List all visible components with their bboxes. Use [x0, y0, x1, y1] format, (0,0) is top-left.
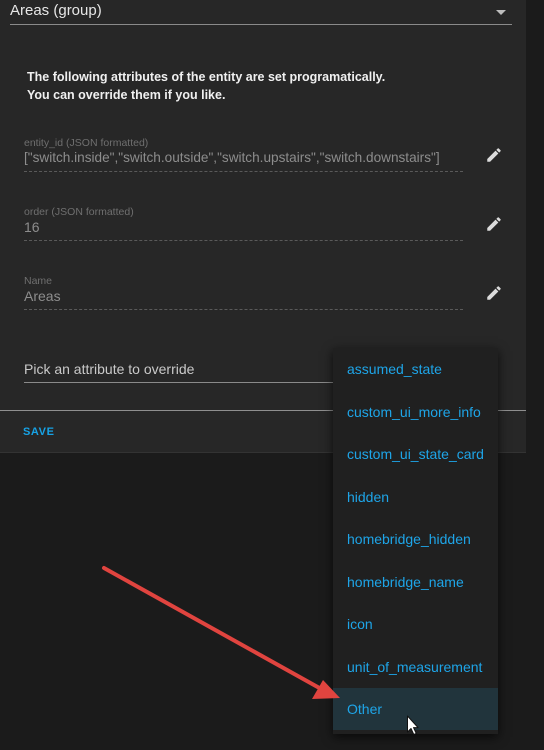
menu-item-homebridge-hidden[interactable]: homebridge_hidden [333, 518, 498, 560]
entity-select[interactable]: Areas (group) [10, 0, 512, 25]
menu-item-custom-ui-state-card[interactable]: custom_ui_state_card [333, 433, 498, 475]
pencil-icon[interactable] [485, 146, 503, 164]
override-notice: The following attributes of the entity a… [27, 68, 447, 104]
save-button[interactable]: SAVE [23, 426, 55, 438]
menu-item-icon[interactable]: icon [333, 603, 498, 645]
notice-line-2: You can override them if you like. [27, 88, 226, 102]
menu-item-other[interactable]: Other [333, 688, 498, 730]
pencil-icon[interactable] [485, 284, 503, 302]
attribute-picker[interactable]: Pick an attribute to override [24, 360, 339, 383]
attribute-picker-placeholder: Pick an attribute to override [24, 361, 195, 377]
notice-line-1: The following attributes of the entity a… [27, 70, 386, 84]
caret-down-icon[interactable] [496, 10, 506, 15]
pencil-icon[interactable] [485, 215, 503, 233]
menu-item-homebridge-name[interactable]: homebridge_name [333, 561, 498, 603]
menu-item-custom-ui-more-info[interactable]: custom_ui_more_info [333, 391, 498, 433]
entity-id-value: ["switch.inside","switch.outside","switc… [24, 150, 440, 165]
menu-item-assumed-state[interactable]: assumed_state [333, 348, 498, 390]
entity-id-label: entity_id (JSON formatted) [24, 137, 149, 149]
name-field[interactable]: Name Areas [24, 275, 463, 310]
menu-item-hidden[interactable]: hidden [333, 476, 498, 518]
order-label: order (JSON formatted) [24, 206, 134, 218]
entity-id-field[interactable]: entity_id (JSON formatted) ["switch.insi… [24, 137, 463, 172]
name-value: Areas [24, 288, 61, 304]
name-label: Name [24, 275, 53, 287]
entity-select-value: Areas (group) [10, 2, 102, 19]
order-value: 16 [24, 219, 40, 235]
menu-item-unit-of-measurement[interactable]: unit_of_measurement [333, 646, 498, 688]
attribute-dropdown-menu[interactable]: assumed_state custom_ui_more_info custom… [333, 348, 498, 734]
red-arrow-shaft [102, 566, 325, 692]
order-field[interactable]: order (JSON formatted) 16 [24, 206, 463, 241]
